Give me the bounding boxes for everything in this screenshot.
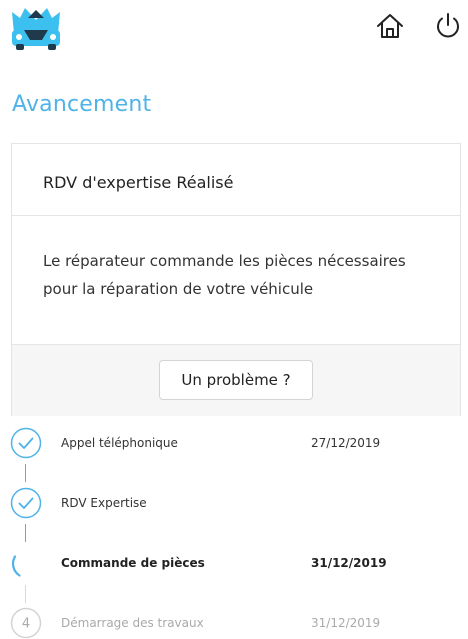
step-number-circle: 4 <box>10 607 42 639</box>
check-circle-icon <box>10 427 42 459</box>
page-title: Avancement <box>12 92 152 117</box>
home-button[interactable] <box>372 8 408 44</box>
car-logo-icon <box>10 4 62 52</box>
report-problem-button[interactable]: Un problème ? <box>159 360 313 400</box>
status-card-header: RDV d'expertise Réalisé <box>12 144 460 216</box>
progress-steps: Appel téléphonique 27/12/2019 RDV Expert… <box>0 425 468 639</box>
status-card-description: Le réparateur commande les pièces nécess… <box>43 252 406 298</box>
step-rdv-expertise: RDV Expertise <box>0 485 468 521</box>
power-icon <box>437 13 459 38</box>
loading-spinner-icon <box>11 555 21 577</box>
step-label: Commande de pièces <box>61 556 205 570</box>
logout-button[interactable] <box>430 8 466 44</box>
step-number: 4 <box>22 617 30 632</box>
step-appel-telephonique: Appel téléphonique 27/12/2019 <box>0 425 468 461</box>
step-label: RDV Expertise <box>61 496 147 510</box>
step-demarrage-des-travaux: 4 Démarrage des travaux 31/12/2019 <box>0 605 468 639</box>
step-label: Appel téléphonique <box>61 436 178 450</box>
home-icon <box>377 14 403 38</box>
check-circle-icon <box>10 487 42 519</box>
step-date: 27/12/2019 <box>311 436 381 450</box>
status-card-footer: Un problème ? <box>12 345 460 416</box>
step-connector <box>25 464 26 482</box>
status-card-body: Le réparateur commande les pièces nécess… <box>12 216 460 345</box>
status-card-title: RDV d'expertise Réalisé <box>43 173 234 192</box>
step-connector <box>25 524 26 542</box>
step-connector <box>25 585 26 603</box>
top-bar <box>0 0 468 56</box>
status-card: RDV d'expertise Réalisé Le réparateur co… <box>11 143 461 416</box>
step-commande-de-pieces: Commande de pièces 31/12/2019 <box>0 545 468 581</box>
step-label: Démarrage des travaux <box>61 616 204 630</box>
step-date: 31/12/2019 <box>311 616 381 630</box>
step-date: 31/12/2019 <box>311 556 387 570</box>
